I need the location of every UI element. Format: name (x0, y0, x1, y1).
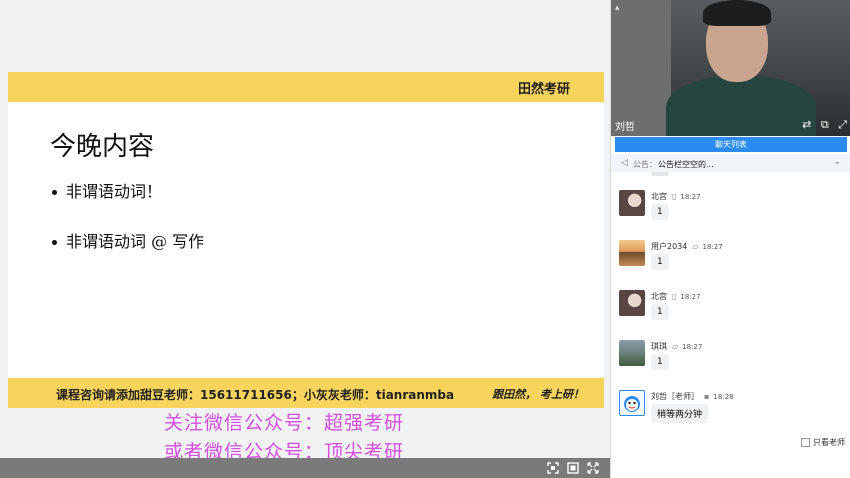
only-teacher-checkbox[interactable]: 只看老师 (801, 437, 845, 448)
slide-bullet-2: 非谓语动词 @ 写作 (52, 228, 204, 252)
slide-header-bar: 田然考研 (8, 72, 604, 102)
message-user: 北宫 (651, 292, 667, 301)
avatar (619, 290, 645, 316)
collapsed-indicator (651, 172, 669, 176)
device-icon: ▱ (672, 342, 679, 351)
slide-brand: 田然考研 (517, 82, 570, 97)
notice-bar[interactable]: ◁ 公告： 公告栏空空的... ⌄ (611, 154, 850, 172)
focus-icon[interactable] (545, 460, 561, 476)
phone-icon: ▯ (672, 192, 677, 201)
notice-text: 公告栏空空的... (658, 160, 714, 169)
message-time: 18:27 (680, 193, 701, 201)
message-bubble: 1 (651, 254, 669, 270)
tab-chat-list[interactable]: 聊天列表 (615, 137, 847, 152)
phone-icon: ▯ (672, 292, 677, 301)
teacher-avatar (619, 390, 645, 416)
device-icon: ▱ (692, 242, 699, 251)
footer-slogan: 跟田然， 考上研！ (492, 388, 584, 401)
watermark-line-1: 关注微信公众号：超强考研 (164, 412, 405, 434)
device-icon: ▪ (704, 392, 710, 401)
slide-footer-bar: 课程咨询请添加甜豆老师：15611711656；小灰灰老师：tianranmba… (8, 378, 604, 408)
pin-icon[interactable]: ▴ (615, 3, 620, 13)
slide: 田然考研 今晚内容 非谓语动词！ 非谓语动词 @ 写作 课程咨询请添加甜豆老师：… (8, 72, 604, 408)
fullscreen-icon[interactable] (585, 460, 601, 476)
avatar (619, 240, 645, 266)
message-user: 琪琪 (651, 342, 667, 351)
message-time: 18:28 (713, 393, 734, 401)
playback-control-bar (0, 458, 610, 478)
message-bubble: 稍等两分钟 (651, 404, 709, 423)
chat-message: 刘哲［老师］ ▪ 18:28 稍等两分钟 (611, 380, 850, 428)
message-bubble: 1 (651, 304, 669, 320)
notice-label: 公告： (633, 160, 657, 169)
presentation-area: 田然考研 今晚内容 非谓语动词！ 非谓语动词 @ 写作 课程咨询请添加甜豆老师：… (0, 0, 610, 478)
chat-message: 琪琪 ▱ 18:27 1 (611, 330, 850, 378)
message-user: 刘哲［老师］ (651, 392, 699, 401)
avatar (619, 190, 645, 216)
message-user: 北宫 (651, 192, 667, 201)
message-time: 18:27 (680, 293, 701, 301)
only-teacher-label: 只看老师 (813, 438, 845, 447)
slide-title: 今晚内容 (50, 132, 155, 162)
side-panel: ▴ 刘哲 ⇄ ⧉ ⤢ 聊天列表 ◁ 公告： 公告栏空空的... ⌄ 北宫 ▯ 18:… (610, 0, 850, 478)
footer-contact: 课程咨询请添加甜豆老师：15611711656；小灰灰老师：tianranmba (56, 388, 455, 402)
chat-message: 用户2034 ▱ 18:27 1 (611, 230, 850, 278)
message-time: 18:27 (682, 343, 703, 351)
screen-mode-icon[interactable] (565, 460, 581, 476)
presenter-video: ▴ 刘哲 ⇄ ⧉ ⤢ (611, 0, 850, 136)
chat-message-list[interactable]: 北宫 ▯ 18:27 1 用户2034 ▱ 18:27 1 北宫 ▯ 18:27 1 琪琪 ▱… (611, 180, 850, 430)
slide-bullet-1: 非谓语动词！ (52, 178, 162, 202)
message-time: 18:27 (702, 243, 723, 251)
message-user: 用户2034 (651, 242, 688, 251)
chevron-down-icon[interactable]: ⌄ (833, 157, 841, 167)
popout-icon[interactable]: ⧉ (821, 118, 829, 131)
chat-message: 北宫 ▯ 18:27 1 (611, 180, 850, 228)
megaphone-icon: ◁ (621, 158, 628, 168)
presenter-name: 刘哲 (615, 122, 635, 133)
expand-icon[interactable]: ⤢ (838, 118, 847, 131)
video-tools: ⇄ ⧉ ⤢ (796, 118, 847, 132)
switch-camera-icon[interactable]: ⇄ (802, 118, 811, 131)
message-bubble: 1 (651, 354, 669, 370)
avatar (619, 340, 645, 366)
chat-message: 北宫 ▯ 18:27 1 (611, 280, 850, 328)
message-bubble: 1 (651, 204, 669, 220)
